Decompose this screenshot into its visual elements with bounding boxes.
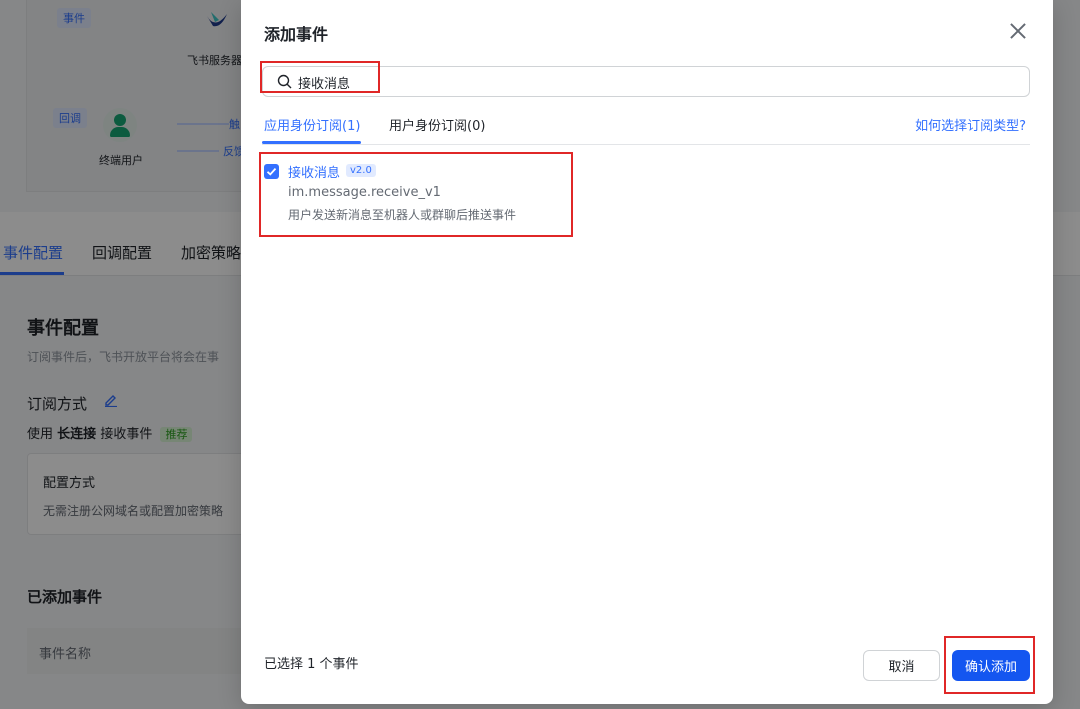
- tab-app-subscription[interactable]: 应用身份订阅(1): [264, 115, 360, 134]
- modal-title: 添加事件: [264, 25, 329, 44]
- add-event-modal: 添加事件 应用身份订阅(1) 用户身份订阅(0) 如何选择订阅类型? 接收消息 …: [241, 0, 1053, 704]
- selection-status: 已选择 1 个事件: [264, 657, 359, 672]
- search-input[interactable]: [298, 71, 998, 93]
- event-highlight-box: [259, 152, 573, 237]
- tab-active-underline: [262, 141, 361, 144]
- search-highlight-box: [260, 61, 380, 93]
- subscription-help-link[interactable]: 如何选择订阅类型?: [915, 115, 1026, 134]
- tab-user-subscription[interactable]: 用户身份订阅(0): [389, 115, 485, 134]
- cancel-button[interactable]: 取消: [863, 650, 940, 681]
- close-icon[interactable]: [1005, 18, 1031, 44]
- subscription-tabs: 应用身份订阅(1) 用户身份订阅(0) 如何选择订阅类型?: [262, 108, 1030, 145]
- confirm-highlight-box: [944, 636, 1035, 694]
